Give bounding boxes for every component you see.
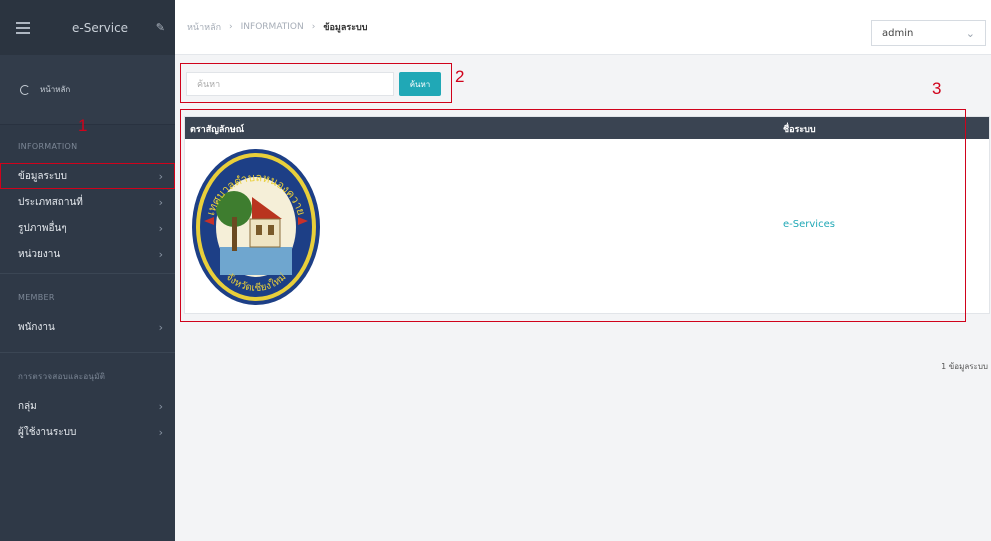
breadcrumb-home[interactable]: หน้าหลัก [187, 20, 221, 34]
search-placeholder: ค้นหา [197, 80, 221, 90]
sidebar-item-department[interactable]: หน่วยงาน › [0, 241, 175, 267]
chevron-right-icon: › [158, 247, 163, 261]
hamburger-icon[interactable] [16, 21, 30, 34]
sidebar-item-label: กลุ่ม [18, 400, 37, 412]
breadcrumb-separator-icon: › [229, 22, 233, 32]
sidebar-item-label: หน่วยงาน [18, 248, 61, 260]
sidebar-item-staff[interactable]: พนักงาน › [0, 314, 175, 340]
annotation-number-2: 2 [455, 67, 465, 86]
user-dropdown[interactable]: admin ⌄ [871, 20, 986, 46]
annotation-number-3: 3 [932, 79, 942, 98]
sidebar-item-users[interactable]: ผู้ใช้งานระบบ › [0, 419, 175, 445]
brand-name: e-Service [72, 20, 129, 35]
sidebar-item-place-type[interactable]: ประเภทสถานที่ › [0, 189, 175, 215]
record-count: 1 ข้อมูลระบบ [941, 362, 988, 371]
sidebar: e-Service ✎ หน้าหลัก INFORMATION ข้อมูลร… [0, 0, 175, 541]
sidebar-item-label: ประเภทสถานที่ [18, 196, 83, 208]
pin-icon[interactable]: ✎ [156, 21, 165, 34]
section-heading-approval: การตรวจสอบและอนุมัติ [18, 371, 106, 381]
sidebar-item-label: ข้อมูลระบบ [18, 170, 67, 182]
section-heading-member: MEMBER [18, 292, 55, 302]
sidebar-item-label: พนักงาน [18, 321, 55, 333]
breadcrumb-information[interactable]: INFORMATION [241, 22, 304, 32]
table-area-annotation [180, 109, 966, 322]
sidebar-item-group[interactable]: กลุ่ม › [0, 393, 175, 419]
breadcrumb-separator-icon: › [311, 22, 316, 32]
search-button[interactable]: ค้นหา [399, 72, 441, 96]
breadcrumb-current: ข้อมูลระบบ [323, 23, 368, 33]
chevron-right-icon: › [158, 399, 163, 413]
sidebar-item-home[interactable]: หน้าหลัก [0, 55, 175, 125]
user-name: admin [882, 27, 914, 39]
chevron-right-icon: › [158, 425, 163, 439]
chevron-right-icon: › [158, 320, 163, 334]
chevron-right-icon: › [158, 195, 163, 209]
breadcrumb: หน้าหลัก › INFORMATION › ข้อมูลระบบ [187, 20, 367, 34]
section-heading-information: INFORMATION [18, 141, 78, 151]
annotation-number-1: 1 [78, 116, 88, 135]
sidebar-header: e-Service ✎ [0, 0, 175, 55]
sidebar-item-other-images[interactable]: รูปภาพอื่นๆ › [0, 215, 175, 241]
chevron-right-icon: › [158, 221, 163, 235]
search-input[interactable]: ค้นหา [186, 72, 394, 96]
sidebar-item-label: รูปภาพอื่นๆ [18, 222, 67, 234]
chevron-right-icon: › [158, 169, 163, 183]
sidebar-item-label: หน้าหลัก [40, 85, 71, 94]
home-circle-icon [20, 84, 30, 95]
sidebar-item-label: ผู้ใช้งานระบบ [18, 426, 77, 438]
topbar: หน้าหลัก › INFORMATION › ข้อมูลระบบ admi… [175, 0, 991, 55]
chevron-down-icon: ⌄ [965, 26, 975, 40]
sidebar-item-system-info[interactable]: ข้อมูลระบบ › [0, 163, 175, 189]
